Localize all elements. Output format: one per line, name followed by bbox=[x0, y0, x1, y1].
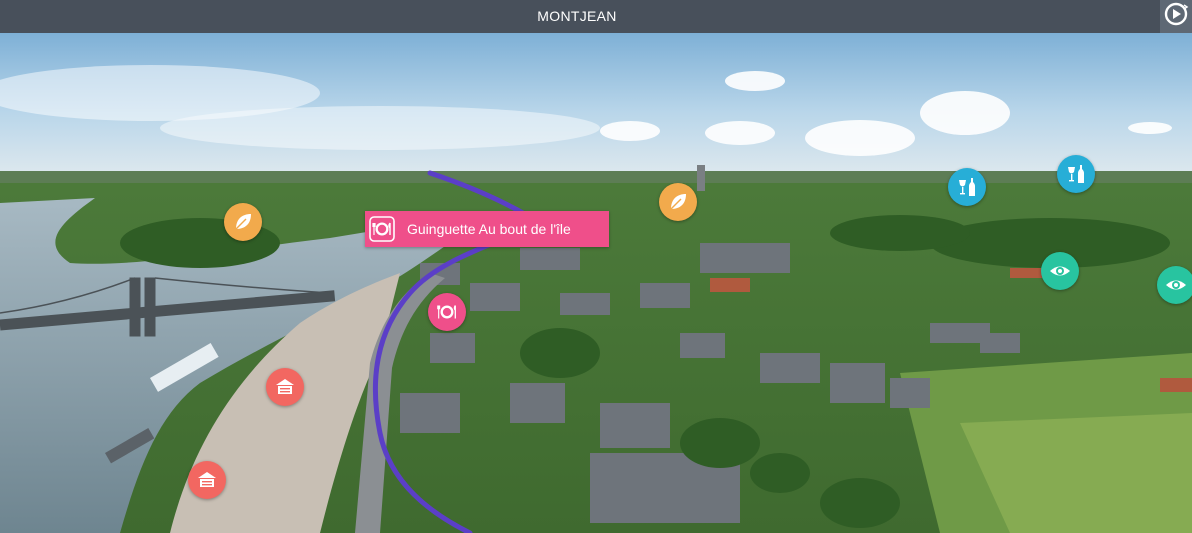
panorama-view[interactable]: Guinguette Au bout de l'île bbox=[0, 33, 1192, 533]
restaurant-icon bbox=[435, 300, 459, 324]
poi-tooltip[interactable]: Guinguette Au bout de l'île bbox=[365, 211, 609, 247]
poi-lodging-2[interactable] bbox=[188, 461, 226, 499]
wine-icon bbox=[955, 175, 979, 199]
lodging-icon bbox=[273, 375, 297, 399]
wine-icon bbox=[1064, 162, 1088, 186]
poi-leaf-east[interactable] bbox=[659, 183, 697, 221]
eye-icon bbox=[1164, 273, 1188, 297]
poi-wine-1[interactable] bbox=[948, 168, 986, 206]
poi-view-1[interactable] bbox=[1041, 252, 1079, 290]
restaurant-icon bbox=[365, 211, 399, 247]
page-title: MONTJEAN bbox=[537, 8, 617, 24]
aerial-panorama-image bbox=[0, 33, 1192, 533]
lodging-icon bbox=[195, 468, 219, 492]
poi-tooltip-label: Guinguette Au bout de l'île bbox=[407, 221, 571, 237]
poi-view-2[interactable] bbox=[1157, 266, 1192, 304]
eye-icon bbox=[1048, 259, 1072, 283]
play-circle-icon bbox=[1163, 1, 1189, 32]
leaf-icon bbox=[667, 191, 689, 213]
play-button[interactable] bbox=[1160, 0, 1192, 33]
poi-leaf-west[interactable] bbox=[224, 203, 262, 241]
header-bar: MONTJEAN bbox=[0, 0, 1192, 33]
poi-lodging-1[interactable] bbox=[266, 368, 304, 406]
poi-wine-2[interactable] bbox=[1057, 155, 1095, 193]
leaf-icon bbox=[232, 211, 254, 233]
poi-restaurant[interactable] bbox=[428, 293, 466, 331]
